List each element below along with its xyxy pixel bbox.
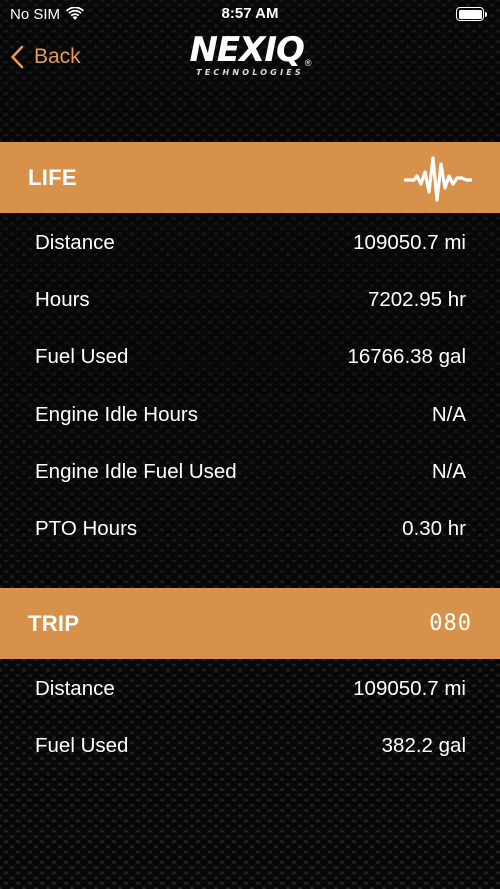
- row-value: 109050.7 mi: [353, 230, 466, 254]
- row-value: 382.2 gal: [381, 733, 466, 757]
- heartbeat-icon: [404, 155, 472, 202]
- status-bar: No SIM 8:57 AM: [0, 0, 500, 28]
- row-label: PTO Hours: [35, 516, 138, 540]
- battery-icon: [456, 7, 487, 21]
- odometer-icon: 080: [429, 610, 472, 636]
- battery-level: [458, 9, 482, 19]
- row-label: Hours: [35, 287, 90, 311]
- row-label: Engine Idle Fuel Used: [35, 459, 237, 483]
- row-label: Fuel Used: [35, 733, 129, 757]
- chevron-left-icon: [11, 45, 24, 69]
- back-button[interactable]: Back: [10, 42, 81, 72]
- nav-bar: Back NEXIQ® TECHNOLOGIES: [0, 28, 500, 90]
- life-row-distance: Distance 109050.7 mi: [0, 214, 500, 271]
- life-row-hours: Hours 7202.95 hr: [0, 271, 500, 328]
- trip-section-title: TRIP: [28, 610, 80, 636]
- row-value: 16766.38 gal: [347, 344, 466, 368]
- life-row-engine-idle-hours: Engine Idle Hours N/A: [0, 386, 500, 443]
- row-value: 109050.7 mi: [353, 676, 466, 700]
- brand-name: NEXIQ: [189, 30, 304, 70]
- trip-section-header: TRIP 080: [0, 588, 500, 659]
- trip-row-distance: Distance 109050.7 mi: [0, 660, 500, 717]
- back-label: Back: [34, 45, 81, 68]
- life-row-fuel-used: Fuel Used 16766.38 gal: [0, 328, 500, 385]
- row-label: Engine Idle Hours: [35, 402, 198, 426]
- trip-row-fuel-used: Fuel Used 382.2 gal: [0, 717, 500, 774]
- row-label: Distance: [35, 676, 115, 700]
- life-row-pto-hours: PTO Hours 0.30 hr: [0, 500, 500, 557]
- row-value: N/A: [431, 459, 466, 483]
- life-row-engine-idle-fuel-used: Engine Idle Fuel Used N/A: [0, 443, 500, 500]
- life-section-title: LIFE: [28, 164, 77, 190]
- wifi-icon: [66, 7, 85, 20]
- brand-registered-mark: ®: [304, 58, 312, 68]
- carrier-label: No SIM: [10, 5, 61, 23]
- row-value: N/A: [431, 402, 466, 426]
- row-label: Fuel Used: [35, 344, 129, 368]
- row-label: Distance: [35, 230, 115, 254]
- row-value: 0.30 hr: [402, 516, 466, 540]
- brand-logo: NEXIQ® TECHNOLOGIES: [172, 30, 328, 88]
- status-left: No SIM: [10, 5, 85, 23]
- life-section-header: LIFE: [0, 142, 500, 213]
- row-value: 7202.95 hr: [367, 287, 466, 311]
